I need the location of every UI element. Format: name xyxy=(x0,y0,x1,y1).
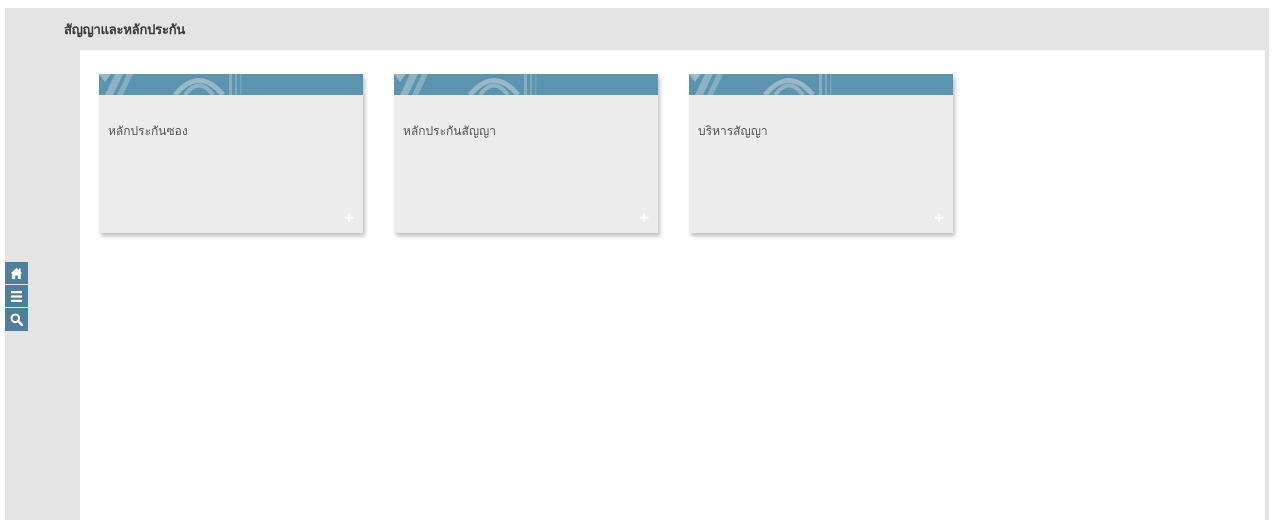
tile-label: หลักประกันสัญญา xyxy=(403,124,497,138)
search-icon xyxy=(10,313,23,326)
page: สัญญาและหลักประกัน หลักประกันซอง + หลักป… xyxy=(0,0,1274,520)
tile-banner xyxy=(394,74,658,95)
page-title: สัญญาและหลักประกัน xyxy=(64,23,186,38)
tile-contract-management[interactable]: บริหารสัญญา + xyxy=(689,74,953,233)
tile-banner xyxy=(689,74,953,95)
home-icon xyxy=(10,267,23,279)
tile-bid-guarantee[interactable]: หลักประกันซอง + xyxy=(99,74,363,233)
home-button[interactable] xyxy=(5,262,28,285)
side-toolbar xyxy=(5,262,28,331)
plus-icon[interactable]: + xyxy=(933,211,945,225)
tile-banner xyxy=(99,74,363,95)
search-button[interactable] xyxy=(5,308,28,331)
menu-icon xyxy=(11,290,22,302)
tile-label: หลักประกันซอง xyxy=(108,124,188,138)
tile-contract-guarantee[interactable]: หลักประกันสัญญา + xyxy=(394,74,658,233)
plus-icon[interactable]: + xyxy=(343,211,355,225)
plus-icon[interactable]: + xyxy=(638,211,650,225)
menu-button[interactable] xyxy=(5,285,28,308)
tile-label: บริหารสัญญา xyxy=(698,124,768,138)
